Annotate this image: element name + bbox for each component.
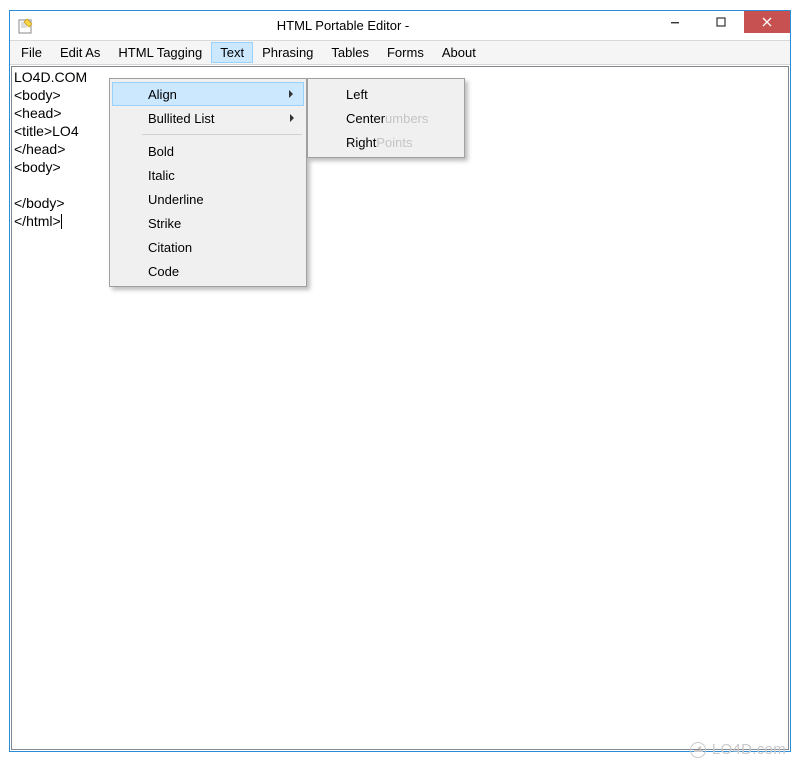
menuitem-label: Citation [148, 240, 192, 255]
minimize-button[interactable] [652, 11, 698, 33]
menuitem-label: Bullited List [148, 111, 214, 126]
menu-edit-as[interactable]: Edit As [51, 42, 109, 63]
menuitem-underline[interactable]: Underline [112, 187, 304, 211]
menuitem-label: Align [148, 87, 177, 102]
window-controls [652, 11, 790, 40]
menuitem-label: Bold [148, 144, 174, 159]
menuitem-label: Left [346, 87, 368, 102]
menu-text[interactable]: Text [211, 42, 253, 63]
menuitem-label: Center [346, 111, 385, 126]
menu-forms[interactable]: Forms [378, 42, 433, 63]
menuitem-label: Strike [148, 216, 181, 231]
close-button[interactable] [744, 11, 790, 33]
menu-tables[interactable]: Tables [322, 42, 378, 63]
menuitem-align[interactable]: Align [112, 82, 304, 106]
menuitem-italic[interactable]: Italic [112, 163, 304, 187]
ghost-text: Points [376, 135, 412, 150]
menuitem-align-center[interactable]: Centerumbers [310, 106, 462, 130]
menuitem-code[interactable]: Code [112, 259, 304, 283]
menuitem-align-left[interactable]: Left [310, 82, 462, 106]
menuitem-label: Underline [148, 192, 204, 207]
menu-phrasing[interactable]: Phrasing [253, 42, 322, 63]
menuitem-bold[interactable]: Bold [112, 139, 304, 163]
menu-file[interactable]: File [12, 42, 51, 63]
app-icon [18, 18, 34, 34]
menubar: File Edit As HTML Tagging Text Phrasing … [10, 41, 790, 65]
watermark-icon [690, 742, 706, 758]
menuitem-citation[interactable]: Citation [112, 235, 304, 259]
menuitem-label: Code [148, 264, 179, 279]
menuitem-label: Right [346, 135, 376, 150]
submenu-arrow-icon [290, 114, 294, 122]
text-dropdown: Align Bullited List Bold Italic Underlin… [109, 78, 307, 287]
menuitem-bullited-list[interactable]: Bullited List [112, 106, 304, 130]
ghost-text: umbers [385, 111, 428, 126]
menu-html-tagging[interactable]: HTML Tagging [109, 42, 211, 63]
submenu-arrow-icon [289, 90, 293, 98]
watermark-text: LO4D.com [712, 741, 786, 758]
text-cursor [61, 214, 62, 229]
menuitem-label: Italic [148, 168, 175, 183]
titlebar: HTML Portable Editor - [10, 11, 790, 41]
menu-about[interactable]: About [433, 42, 485, 63]
menuitem-align-right[interactable]: RightPoints [310, 130, 462, 154]
menu-separator [142, 134, 302, 135]
maximize-button[interactable] [698, 11, 744, 33]
menuitem-strike[interactable]: Strike [112, 211, 304, 235]
window-title: HTML Portable Editor - [34, 18, 652, 33]
watermark: LO4D.com [690, 741, 786, 758]
align-submenu: Left Centerumbers RightPoints [307, 78, 465, 158]
editor-content: LO4D.COM <body> <head> <title>LO4 </head… [14, 69, 87, 229]
